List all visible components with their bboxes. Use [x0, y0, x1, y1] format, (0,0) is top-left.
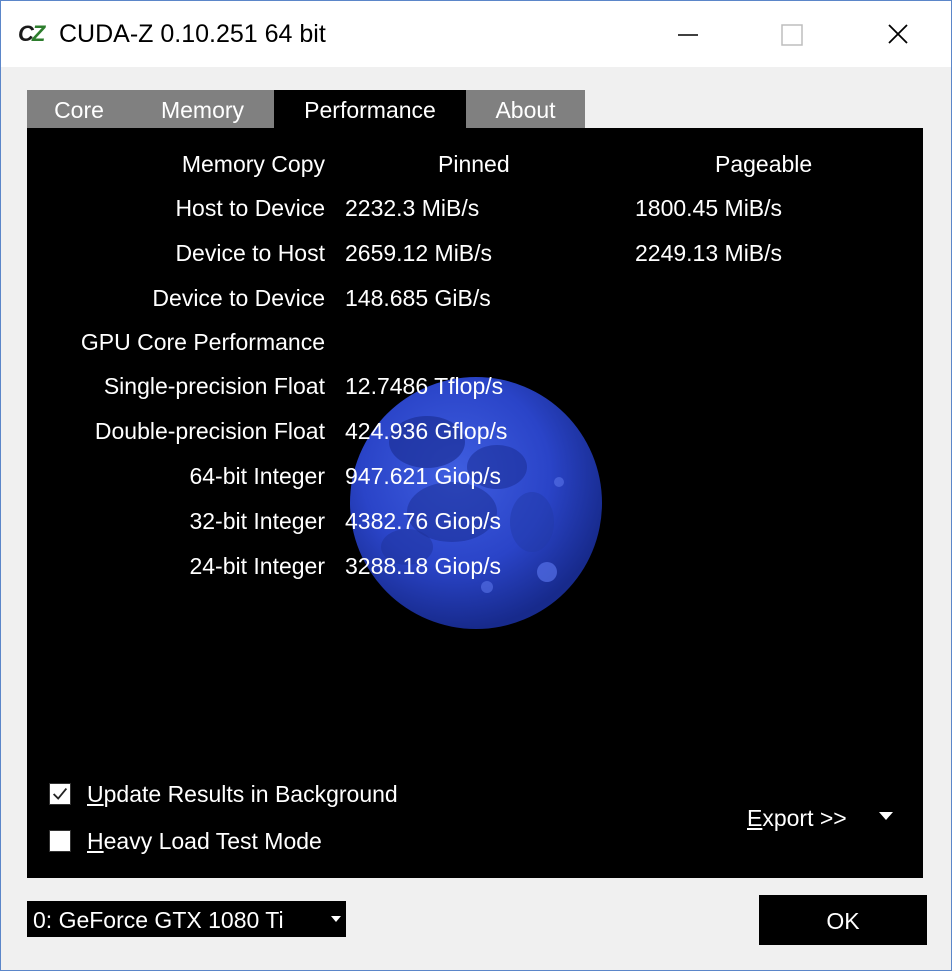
pinned-header: Pinned	[438, 151, 510, 177]
export-button[interactable]: Export >>	[747, 803, 847, 833]
row-label-host-to-device: Host to Device	[175, 195, 325, 221]
performance-panel: Memory Copy Pinned Pageable Host to Devi…	[27, 128, 923, 878]
ok-button-label: OK	[826, 908, 860, 934]
value-single-precision: 12.7486 Tflop/s	[345, 373, 504, 399]
update-background-checkbox[interactable]	[49, 783, 71, 805]
value-double-precision: 424.936 Gflop/s	[345, 418, 508, 444]
value-d2h-pinned: 2659.12 MiB/s	[345, 240, 493, 266]
value-d2d-pinned: 148.685 GiB/s	[345, 285, 491, 311]
tab-performance[interactable]: Performance	[274, 90, 466, 128]
title-bar: CZ CUDA-Z 0.10.251 64 bit	[1, 1, 951, 67]
maximize-icon[interactable]	[769, 15, 815, 55]
heavy-load-label[interactable]: Heavy Load Test Mode	[87, 826, 322, 856]
window-title: CUDA-Z 0.10.251 64 bit	[59, 20, 326, 48]
ok-button[interactable]: OK	[759, 895, 927, 945]
pageable-header: Pageable	[715, 151, 813, 177]
value-32bit-integer: 4382.76 Giop/s	[345, 508, 502, 534]
row-label-device-to-device: Device to Device	[152, 285, 325, 311]
row-label-64bit-integer: 64-bit Integer	[189, 463, 325, 489]
heavy-load-checkbox[interactable]	[49, 830, 71, 852]
moon-background-image	[350, 377, 602, 629]
value-d2h-pageable: 2249.13 MiB/s	[635, 240, 783, 266]
row-label-device-to-host: Device to Host	[175, 240, 325, 266]
row-label-single-precision: Single-precision Float	[103, 373, 325, 399]
minimize-icon[interactable]	[665, 15, 711, 55]
value-h2d-pageable: 1800.45 MiB/s	[635, 195, 783, 221]
value-64bit-integer: 947.621 Giop/s	[345, 463, 502, 489]
tab-core[interactable]: Core	[27, 90, 131, 128]
update-background-label[interactable]: Update Results in Background	[87, 779, 398, 809]
chevron-down-icon	[331, 916, 341, 922]
row-label-double-precision: Double-precision Float	[94, 418, 325, 444]
app-logo-icon: CZ	[18, 21, 45, 46]
device-select-value: 0: GeForce GTX 1080 Ti	[33, 907, 284, 933]
export-dropdown-arrow-icon[interactable]	[879, 812, 893, 822]
row-label-24bit-integer: 24-bit Integer	[189, 553, 325, 579]
tab-about[interactable]: About	[466, 90, 585, 128]
close-icon[interactable]	[875, 15, 921, 55]
value-24bit-integer: 3288.18 Giop/s	[345, 553, 502, 579]
cuda-z-window: CZ CUDA-Z 0.10.251 64 bit Core Memory Pe…	[0, 0, 952, 971]
row-label-32bit-integer: 32-bit Integer	[189, 508, 325, 534]
memory-copy-header: Memory Copy	[181, 151, 325, 177]
tab-memory[interactable]: Memory	[131, 90, 274, 128]
gpu-core-performance-header: GPU Core Performance	[80, 329, 325, 355]
device-select[interactable]: 0: GeForce GTX 1080 Ti	[27, 901, 346, 937]
value-h2d-pinned: 2232.3 MiB/s	[345, 195, 480, 221]
